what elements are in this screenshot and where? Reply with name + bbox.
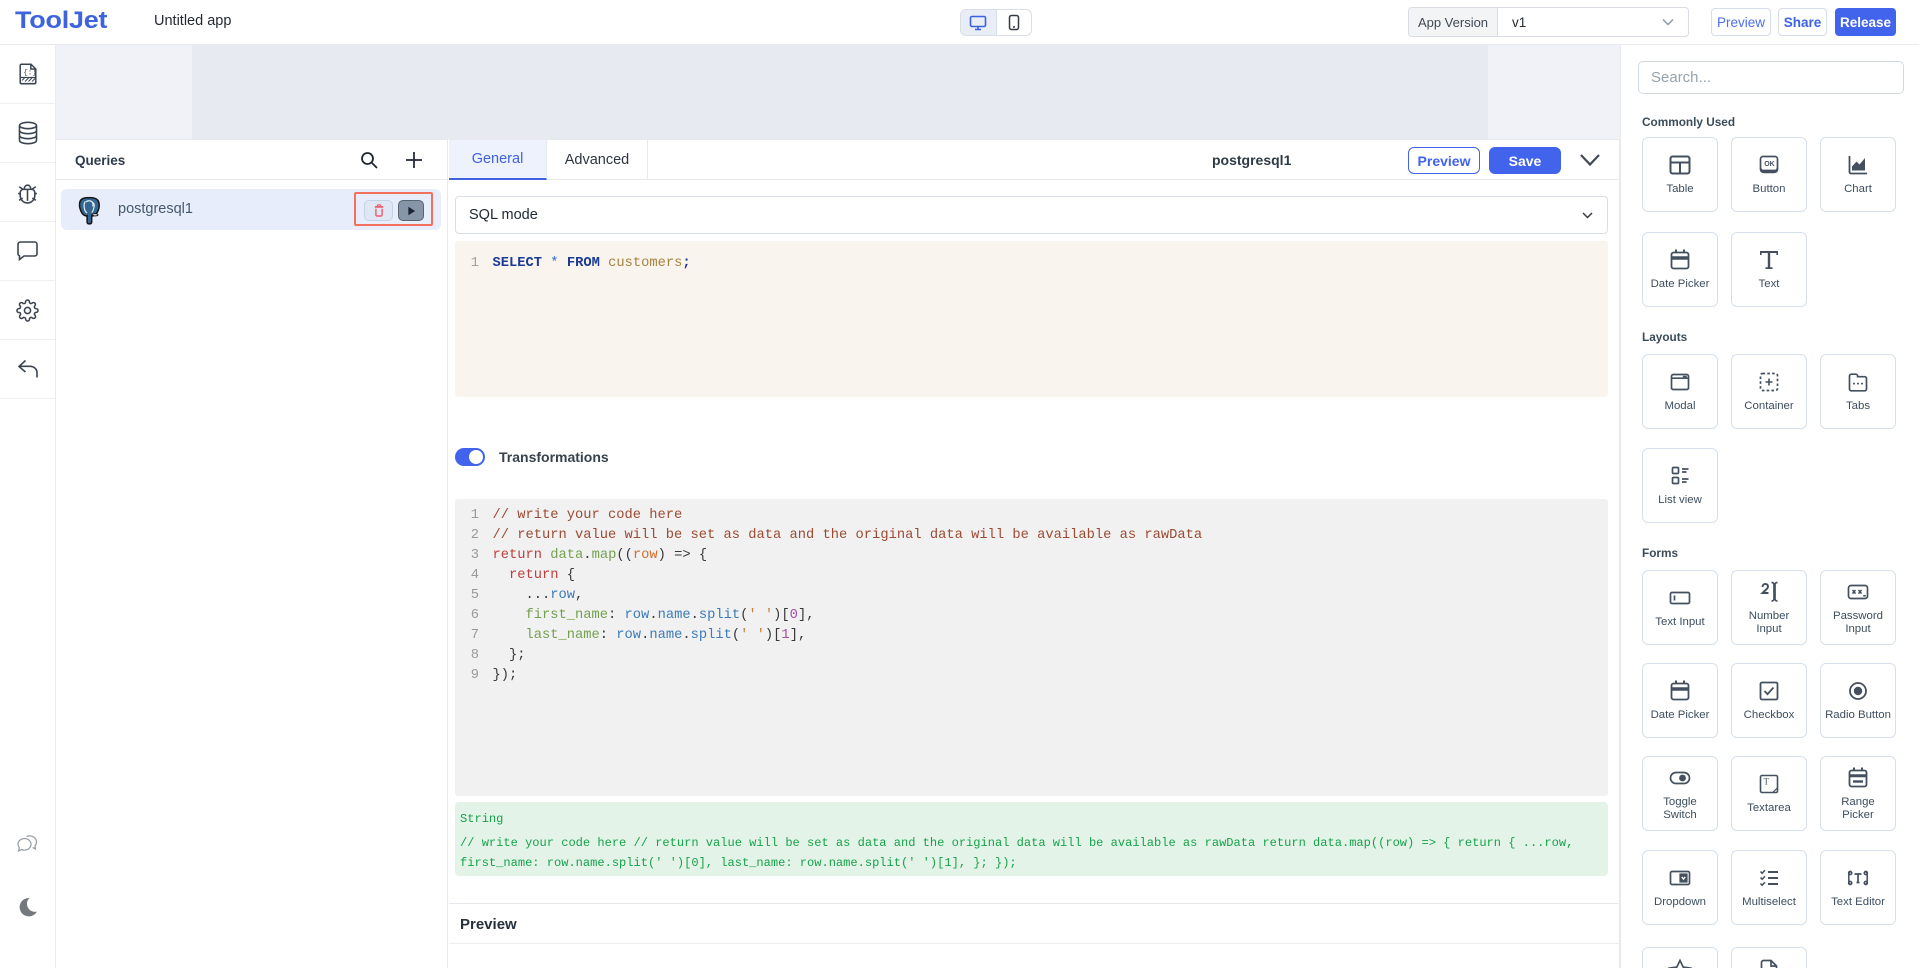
svg-text:{:}: {:} — [23, 70, 37, 78]
svg-text:OK: OK — [1764, 161, 1775, 168]
svg-text:T: T — [1764, 777, 1770, 787]
